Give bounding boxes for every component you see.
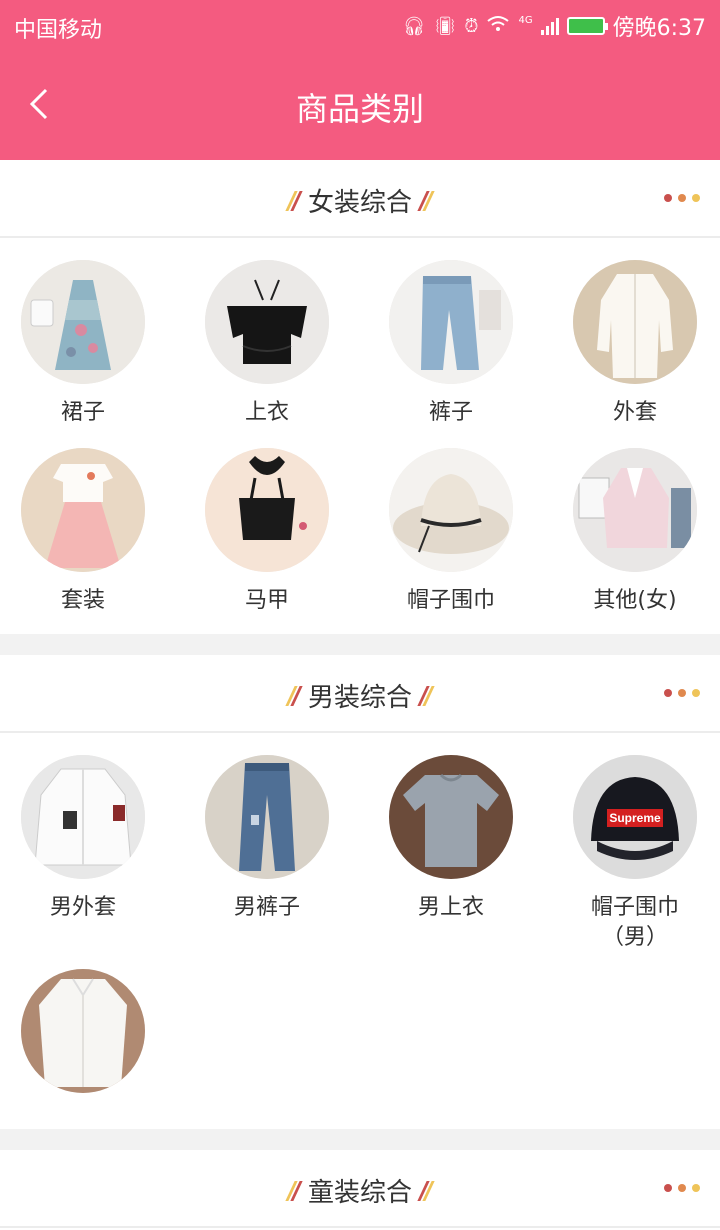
category-men-shirt[interactable] bbox=[0, 969, 173, 1093]
jeans-photo bbox=[389, 260, 513, 384]
category-label: 外套 bbox=[612, 400, 657, 425]
section-title: 童装综合 bbox=[307, 1178, 412, 1208]
category-label: 裤子 bbox=[428, 400, 473, 425]
category-label: 套装 bbox=[60, 588, 105, 613]
men-tshirt-photo bbox=[389, 755, 513, 879]
headphone-icon: 🎧︎ bbox=[402, 15, 426, 37]
wifi-icon bbox=[486, 15, 510, 38]
category-label: 男外套 bbox=[49, 895, 116, 920]
cap-photo: Supreme bbox=[573, 755, 697, 879]
category-label: 男上衣 bbox=[417, 895, 484, 920]
outfit-set-photo bbox=[21, 448, 145, 572]
section-women: 女装综合 裙子 上衣 裤子 外套 套装 马甲 帽子围巾 其他(女) bbox=[0, 160, 720, 634]
alarm-icon: ⏰︎ bbox=[464, 15, 479, 37]
signal-icon bbox=[540, 17, 559, 35]
section-header: 女装综合 bbox=[0, 160, 720, 238]
battery-icon bbox=[566, 17, 608, 35]
slash-decor-icon bbox=[285, 685, 303, 707]
cardigan-photo bbox=[573, 260, 697, 384]
men-jeans-photo bbox=[205, 755, 329, 879]
category-skirt[interactable]: 裙子 bbox=[0, 260, 173, 428]
slash-decor-icon bbox=[417, 1180, 435, 1202]
category-label: 裙子 bbox=[60, 400, 105, 425]
category-label: 马甲 bbox=[244, 588, 289, 613]
category-label: 帽子围巾（男） bbox=[590, 895, 679, 950]
category-label: 其他(女) bbox=[593, 588, 677, 613]
vibrate-icon: 📳︎ bbox=[433, 15, 457, 37]
dress-photo bbox=[21, 260, 145, 384]
category-vest[interactable]: 马甲 bbox=[177, 448, 357, 616]
nav-bar: 商品类别 bbox=[0, 52, 720, 160]
more-dots-icon[interactable] bbox=[664, 1184, 700, 1192]
section-header: 男装综合 bbox=[0, 655, 720, 733]
black-top-photo bbox=[205, 260, 329, 384]
section-kids: 童装综合 bbox=[0, 1150, 720, 1230]
category-label: 帽子围巾 bbox=[406, 588, 495, 613]
network-label: 4G bbox=[518, 14, 533, 26]
slash-decor-icon bbox=[285, 1180, 303, 1202]
more-dots-icon[interactable] bbox=[664, 194, 700, 202]
slash-decor-icon bbox=[285, 190, 303, 212]
carrier-label: 中国移动 bbox=[14, 18, 103, 43]
category-coat[interactable]: 外套 bbox=[545, 260, 720, 428]
vest-photo bbox=[205, 448, 329, 572]
category-label: 上衣 bbox=[244, 400, 289, 425]
slash-decor-icon bbox=[417, 190, 435, 212]
other-women-photo bbox=[573, 448, 697, 572]
section-title: 女装综合 bbox=[307, 188, 412, 218]
category-men-hat-scarf[interactable]: Supreme 帽子围巾（男） bbox=[545, 755, 720, 953]
page-title: 商品类别 bbox=[295, 90, 424, 128]
category-other-women[interactable]: 其他(女) bbox=[545, 448, 720, 616]
slash-decor-icon bbox=[417, 685, 435, 707]
category-hat-scarf[interactable]: 帽子围巾 bbox=[361, 448, 541, 616]
category-men-jacket[interactable]: 男外套 bbox=[0, 755, 173, 923]
category-top[interactable]: 上衣 bbox=[177, 260, 357, 428]
section-title: 男装综合 bbox=[307, 683, 412, 713]
section-header: 童装综合 bbox=[0, 1150, 720, 1228]
category-set[interactable]: 套装 bbox=[0, 448, 173, 616]
category-men-top[interactable]: 男上衣 bbox=[361, 755, 541, 923]
clock-label: 傍晚6:37 bbox=[612, 16, 706, 41]
status-bar: 中国移动 🎧︎ 📳︎ ⏰︎ 4G 傍晚6:37 bbox=[0, 0, 720, 52]
status-icons: 🎧︎ 📳︎ ⏰︎ 4G 傍晚6:37 bbox=[403, 10, 706, 42]
category-men-pants[interactable]: 男裤子 bbox=[177, 755, 357, 923]
cap-logo-text: Supreme bbox=[609, 811, 661, 825]
white-shirt-photo bbox=[21, 969, 145, 1093]
category-label: 男裤子 bbox=[233, 895, 300, 920]
men-jacket-photo bbox=[21, 755, 145, 879]
category-pants[interactable]: 裤子 bbox=[361, 260, 541, 428]
sun-hat-photo bbox=[389, 448, 513, 572]
more-dots-icon[interactable] bbox=[664, 689, 700, 697]
section-men: 男装综合 男外套 男裤子 男上衣 Supreme 帽子围巾（男） bbox=[0, 655, 720, 1129]
